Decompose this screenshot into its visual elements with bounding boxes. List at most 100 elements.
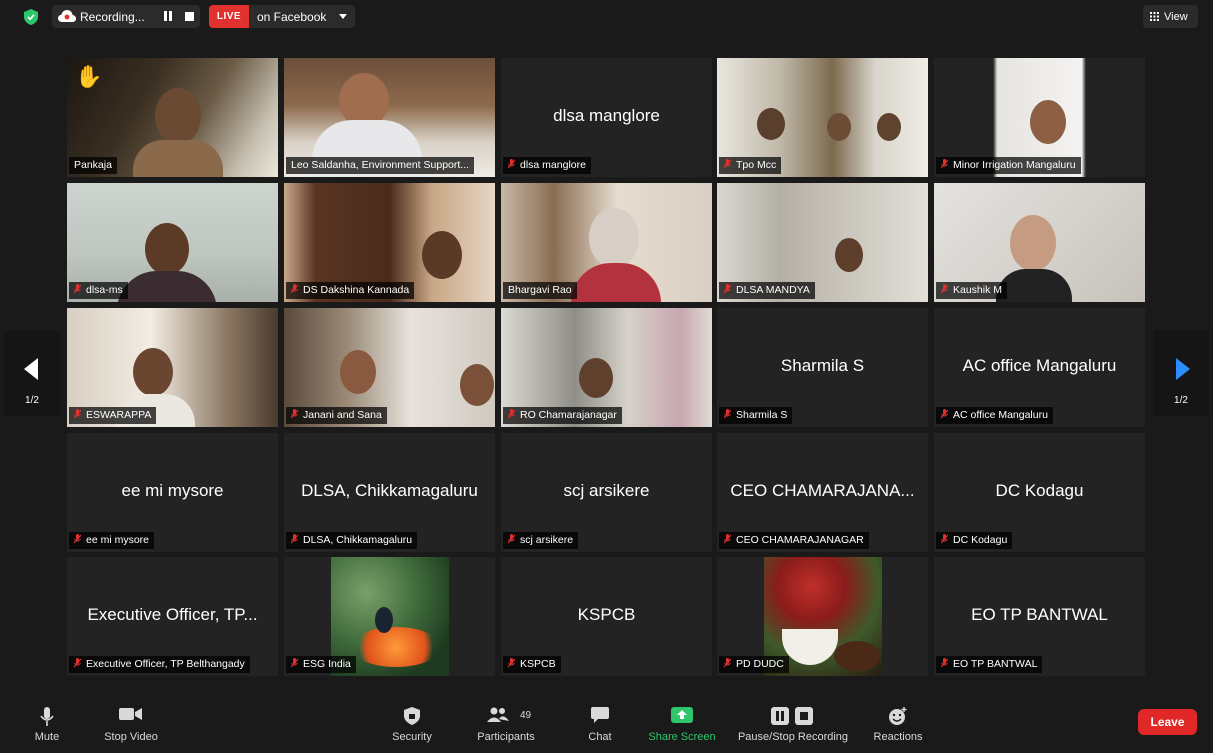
participant-figure [1030,100,1066,144]
participant-name: AC office Mangaluru [936,407,1053,424]
participant-name: ee mi mysore [69,532,155,549]
live-stream-dropdown[interactable]: LIVE on Facebook [209,5,355,28]
participant-display-name: EO TP BANTWAL [971,605,1108,624]
view-button[interactable]: View [1143,5,1198,28]
mic-muted-icon [291,658,298,668]
leave-button[interactable]: Leave [1138,709,1197,735]
mic-muted-icon [74,409,81,419]
meeting-controls-toolbar: Mute Stop Video Security 49 Participants… [0,697,1213,753]
raised-hand-icon: ✋ [75,64,103,89]
video-tile-ac-office-mangaluru[interactable]: AC office Mangaluru AC office Mangaluru [934,308,1145,427]
participant-display-name: DLSA, Chikkamagaluru [301,481,478,500]
video-tile-bhargavi-rao[interactable]: Bhargavi Rao [501,183,712,302]
participant-name: ESG India [286,656,356,673]
participant-name: EO TP BANTWAL [936,656,1043,673]
video-camera-icon [119,708,142,720]
video-tile-dlsa-mandya[interactable]: DLSA MANDYA [717,183,928,302]
video-tile-pankaja[interactable]: ✋ Pankaja [67,58,278,177]
participant-display-name: dlsa manglore [553,106,660,125]
share-screen-icon [671,707,693,723]
participant-figure [579,358,613,398]
video-tile-tpo-mcc[interactable]: Tpo Mcc [717,58,928,177]
participant-display-name: DC Kodagu [995,481,1084,500]
participant-name: Sharmila S [719,407,793,424]
video-tile-eswarappa[interactable]: ESWARAPPA [67,308,278,427]
participant-name: Janani and Sana [286,407,387,424]
participant-name: DLSA MANDYA [719,282,815,299]
mic-muted-icon [941,409,948,419]
pause-recording-icon[interactable] [163,11,173,21]
mute-button[interactable]: Mute [22,697,72,753]
mic-muted-icon [291,534,298,544]
arrow-left-icon [24,358,38,380]
next-page-button[interactable]: 1/2 [1153,330,1209,416]
participants-icon [487,707,509,722]
mic-muted-icon [508,658,515,668]
participant-name: Tpo Mcc [719,157,782,174]
mute-label: Mute [34,731,60,743]
mic-muted-icon [724,409,731,419]
participant-name: DLSA, Chikkamagaluru [286,532,418,549]
security-shield-icon [404,707,420,725]
video-tile-eo-tp-bantwal[interactable]: EO TP BANTWAL EO TP BANTWAL [934,557,1145,676]
caret-down-icon [339,14,347,19]
pause-stop-recording-label: Pause/Stop Recording [737,731,849,743]
chat-button[interactable]: Chat [580,697,620,753]
share-screen-label: Share Screen [648,731,716,743]
video-tile-scj-arsikere[interactable]: scj arsikere scj arsikere [501,433,712,552]
shield-icon[interactable] [24,9,38,25]
stop-recording-icon[interactable] [185,12,194,21]
mic-muted-icon [941,658,948,668]
pause-stop-recording-button[interactable]: Pause/Stop Recording [732,697,854,753]
video-tile-minor-irrigation-mangaluru[interactable]: Minor Irrigation Mangaluru [934,58,1145,177]
participant-figure [422,231,462,279]
participant-figure [835,238,863,272]
participant-figure-body [133,140,223,177]
participant-name: DS Dakshina Kannada [286,282,415,299]
video-tile-kspcb[interactable]: KSPCB KSPCB [501,557,712,676]
reactions-smiley-icon [889,707,907,725]
video-tile-dlsa-chikkamagaluru[interactable]: DLSA, Chikkamagaluru DLSA, Chikkamagalur… [284,433,495,552]
mic-muted-icon [724,658,731,668]
video-tile-ro-chamarajanagar[interactable]: RO Chamarajanagar [501,308,712,427]
video-tile-sharmila-s[interactable]: Sharmila S Sharmila S [717,308,928,427]
reactions-label: Reactions [873,731,923,743]
reactions-button[interactable]: Reactions [868,697,928,753]
participant-display-name: CEO CHAMARAJANA... [730,481,915,500]
stop-video-label: Stop Video [104,731,158,743]
participant-display-name: Executive Officer, TP... [87,605,258,624]
video-tile-pd-dudc[interactable]: PD DUDC [717,557,928,676]
stop-video-button[interactable]: Stop Video [96,697,166,753]
mic-muted-icon [508,159,515,169]
participant-name: KSPCB [503,656,561,673]
video-tile-dlsa-manglore[interactable]: dlsa manglore dlsa manglore [501,58,712,177]
mic-muted-icon [291,284,298,294]
participants-button[interactable]: 49 Participants [470,697,542,753]
cloud-recording-icon [58,10,76,22]
microphone-icon [40,707,54,726]
video-tile-janani-and-sana[interactable]: Janani and Sana [284,308,495,427]
participant-name: RO Chamarajanagar [503,407,622,424]
page-indicator-right: 1/2 [1174,395,1188,406]
video-tile-executive-officer-tp-belthangady[interactable]: Executive Officer, TP... Executive Offic… [67,557,278,676]
video-tile-ee-mi-mysore[interactable]: ee mi mysore ee mi mysore [67,433,278,552]
previous-page-button[interactable]: 1/2 [4,330,60,416]
recording-label: Recording... [80,10,145,24]
chat-label: Chat [588,731,612,743]
participants-label: Participants [477,731,535,743]
video-tile-esg-india[interactable]: ESG India [284,557,495,676]
participant-figure [827,113,851,141]
security-button[interactable]: Security [385,697,439,753]
video-tile-kaushik-m[interactable]: Kaushik M [934,183,1145,302]
mic-muted-icon [941,534,948,544]
participant-figure [340,350,376,394]
participant-name: DC Kodagu [936,532,1013,549]
video-tile-leo-saldanha[interactable]: Leo Saldanha, Environment Support... [284,58,495,177]
participant-name: dlsa-ms [69,282,128,299]
video-tile-dc-kodagu[interactable]: DC Kodagu DC Kodagu [934,433,1145,552]
video-tile-dlsa-ms[interactable]: dlsa-ms [67,183,278,302]
share-screen-button[interactable]: Share Screen [645,697,719,753]
video-tile-ceo-chamarajanagar[interactable]: CEO CHAMARAJANA... CEO CHAMARAJANAGAR [717,433,928,552]
recording-indicator: Recording... [52,5,200,28]
video-tile-ds-dakshina-kannada[interactable]: DS Dakshina Kannada [284,183,495,302]
